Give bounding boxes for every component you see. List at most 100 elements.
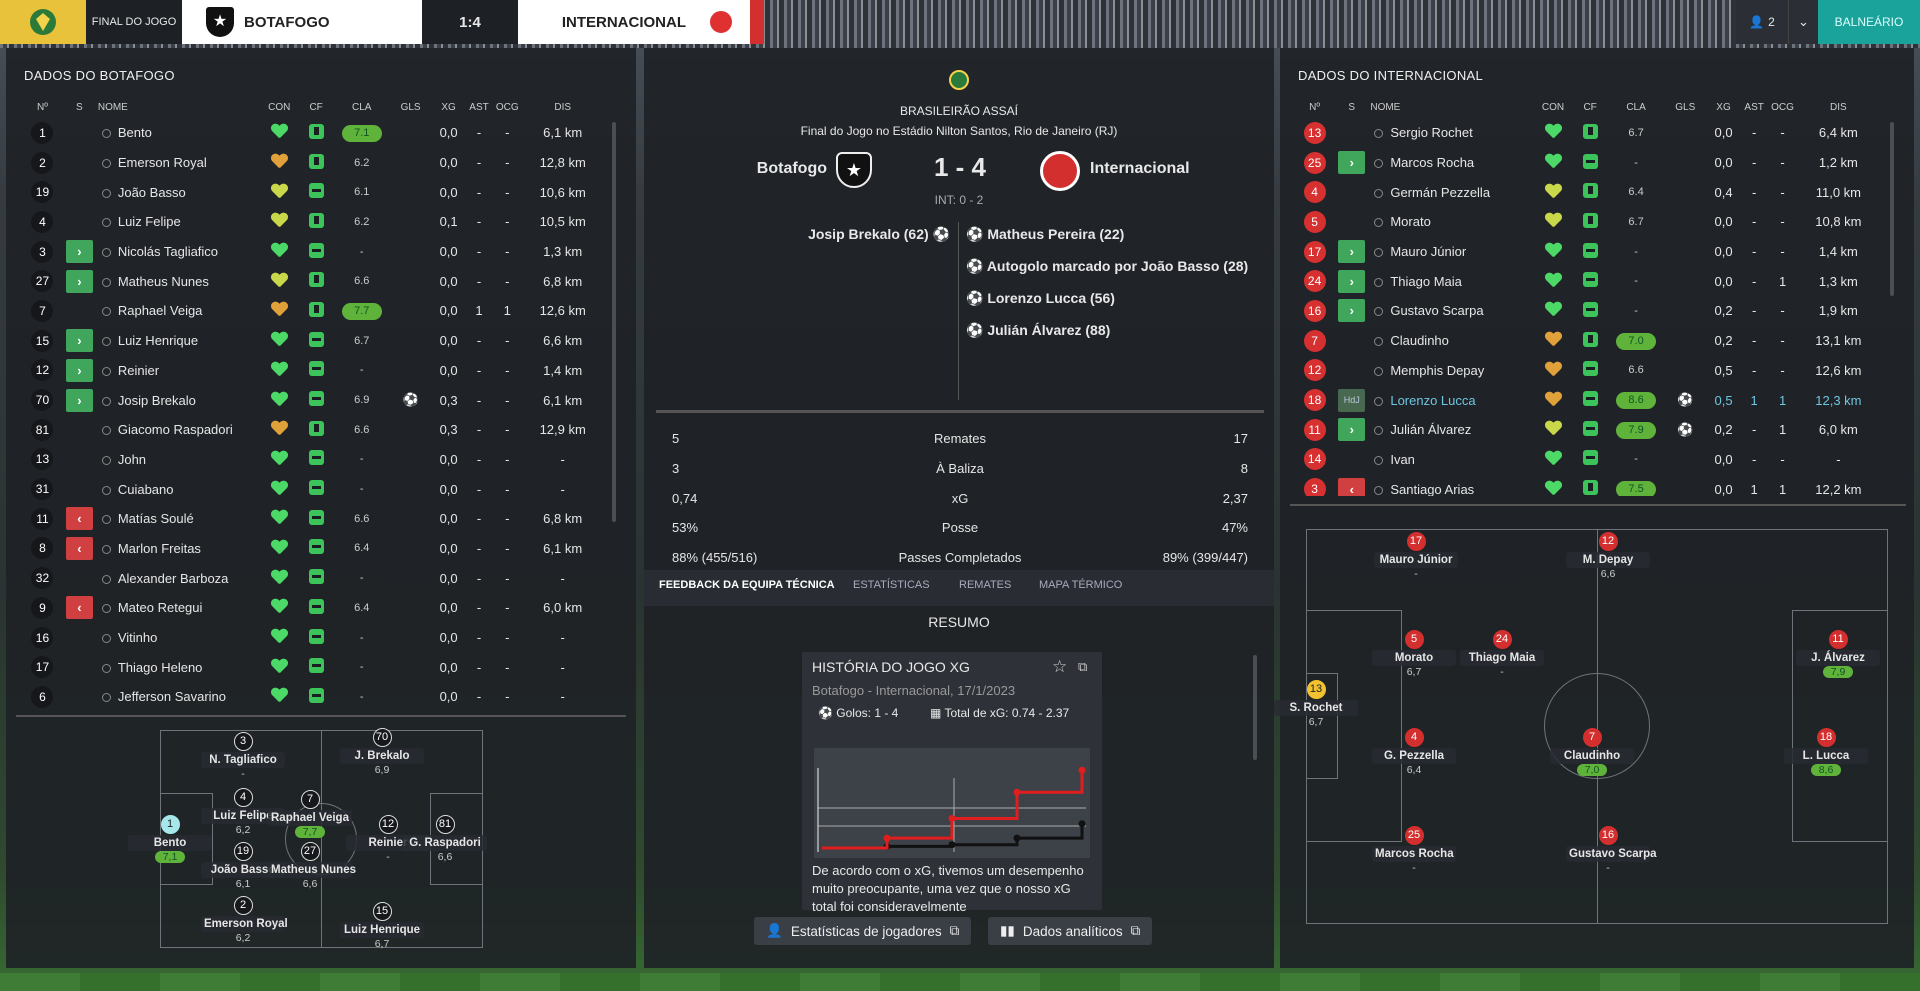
scrollbar[interactable] [1890, 122, 1894, 296]
col-ocg[interactable]: OCG [493, 96, 521, 118]
pitch-player[interactable]: 27 Matheus Nunes 6,6 [268, 842, 356, 890]
table-row[interactable]: 31 Cuiabano - 0,0 - - - [24, 474, 604, 504]
table-row[interactable]: 13 Sergio Rochet 6.7 0,0 - - 6,4 km [1296, 118, 1880, 148]
pitch-player[interactable]: 4 G. Pezzella 6,4 [1372, 728, 1456, 776]
tab-1[interactable]: ESTATÍSTICAS [853, 579, 930, 591]
scrollbar[interactable] [612, 122, 616, 522]
pitch-player[interactable]: 11 J. Álvarez 7,9 [1796, 630, 1880, 678]
tab-0[interactable]: FEEDBACK DA EQUIPA TÉCNICA [659, 579, 835, 591]
col-con[interactable]: CON [261, 96, 298, 118]
pitch-player[interactable]: 15 Luiz Henrique 6,7 [340, 902, 424, 950]
player-name[interactable]: João Basso [118, 185, 186, 200]
player-name[interactable]: Raphael Veiga [118, 303, 203, 318]
player-name[interactable]: Luiz Henrique [118, 333, 198, 348]
chevron-down-icon[interactable]: ⌄ [1788, 0, 1818, 44]
col-gls[interactable]: GLS [1663, 96, 1707, 118]
table-row[interactable]: 6 Jefferson Savarino - 0,0 - - - [24, 682, 604, 712]
table-row[interactable]: 7 Raphael Veiga 7.7 0,0 1 1 12,6 km [24, 296, 604, 326]
player-name[interactable]: Morato [1390, 214, 1430, 229]
col-xg[interactable]: XG [432, 96, 465, 118]
player-name[interactable]: Reinier [118, 363, 159, 378]
table-row[interactable]: 5 Morato 6.7 0,0 - - 10,8 km [1296, 207, 1880, 237]
table-row[interactable]: 12 › Reinier - 0,0 - - 1,4 km [24, 356, 604, 386]
pitch-player[interactable]: 2 Emerson Royal 6,2 [201, 896, 288, 944]
player-name[interactable]: Alexander Barboza [118, 571, 229, 586]
col-ast[interactable]: AST [1740, 96, 1768, 118]
col-name[interactable]: NOME [1370, 96, 1534, 118]
col-cf[interactable]: CF [298, 96, 335, 118]
dressing-room-button[interactable]: BALNEÁRIO [1818, 0, 1920, 44]
table-row[interactable]: 24 › Thiago Maia - 0,0 - 1 1,3 km [1296, 266, 1880, 296]
player-name[interactable]: Thiago Maia [1390, 274, 1462, 289]
player-name[interactable]: Germán Pezzella [1390, 185, 1490, 200]
player-name[interactable]: Luiz Felipe [118, 214, 181, 229]
player-name[interactable]: Marcos Rocha [1390, 155, 1474, 170]
player-name[interactable]: Santiago Arias [1390, 482, 1474, 496]
col-gls[interactable]: GLS [389, 96, 432, 118]
col-s[interactable]: S [61, 96, 98, 118]
table-row[interactable]: 4 Luiz Felipe 6.2 0,1 - - 10,5 km [24, 207, 604, 237]
table-row[interactable]: 19 João Basso 6.1 0,0 - - 10,6 km [24, 177, 604, 207]
col-ast[interactable]: AST [465, 96, 493, 118]
player-name[interactable]: Josip Brekalo [118, 393, 196, 408]
player-name[interactable]: Ivan [1390, 452, 1415, 467]
pitch-player[interactable]: 3 N. Tagliafico - [201, 732, 285, 780]
col-name[interactable]: NOME [98, 96, 261, 118]
table-row[interactable]: 9 ‹ Mateo Retegui 6.4 0,0 - - 6,0 km [24, 593, 604, 623]
pitch-player[interactable]: 17 Mauro Júnior - [1374, 532, 1458, 580]
pitch-player[interactable]: 13 S. Rochet 6,7 [1274, 680, 1358, 728]
table-row[interactable]: 16 › Gustavo Scarpa - 0,2 - - 1,9 km [1296, 296, 1880, 326]
analytics-button[interactable]: ▮▮ Dados analíticos ⧉ [988, 917, 1153, 945]
table-row[interactable]: 3 ‹ Santiago Arias 7.5 0,0 1 1 12,2 km [1296, 474, 1880, 496]
table-row[interactable]: 8 ‹ Marlon Freitas 6.4 0,0 - - 6,1 km [24, 534, 604, 564]
player-name[interactable]: Sergio Rochet [1390, 125, 1472, 140]
table-row[interactable]: 4 Germán Pezzella 6.4 0,4 - - 11,0 km [1296, 177, 1880, 207]
col-no[interactable]: Nº [24, 96, 61, 118]
col-no[interactable]: Nº [1296, 96, 1333, 118]
tab-3[interactable]: MAPA TÉRMICO [1039, 579, 1122, 591]
pitch-player[interactable]: 70 J. Brekalo 6,9 [340, 728, 424, 776]
pitch-player[interactable]: 24 Thiago Maia - [1460, 630, 1544, 678]
player-name[interactable]: Mauro Júnior [1390, 244, 1466, 259]
table-row[interactable]: 17 Thiago Heleno - 0,0 - - - [24, 652, 604, 682]
player-name[interactable]: Lorenzo Lucca [1390, 393, 1475, 408]
pitch-player[interactable]: 12 M. Depay 6,6 [1566, 532, 1650, 580]
col-ocg[interactable]: OCG [1768, 96, 1796, 118]
table-row[interactable]: 27 › Matheus Nunes 6.6 0,0 - - 6,8 km [24, 266, 604, 296]
player-name[interactable]: Marlon Freitas [118, 541, 201, 556]
star-icon[interactable]: ☆ [1052, 657, 1067, 677]
player-name[interactable]: Vitinho [118, 630, 158, 645]
player-name[interactable]: Thiago Heleno [118, 660, 203, 675]
player-name[interactable]: Giacomo Raspadori [118, 422, 233, 437]
table-row[interactable]: 7 Claudinho 7.0 0,2 - - 13,1 km [1296, 326, 1880, 356]
table-row[interactable]: 16 Vitinho - 0,0 - - - [24, 623, 604, 653]
player-name[interactable]: Nicolás Tagliafico [118, 244, 218, 259]
table-row[interactable]: 18 HdJ Lorenzo Lucca 8.6 ⚽ 0,5 1 1 12,3 km [1296, 385, 1880, 415]
player-name[interactable]: Matías Soulé [118, 511, 194, 526]
table-row[interactable]: 1 Bento 7.1 0,0 - - 6,1 km [24, 118, 604, 148]
table-row[interactable]: 11 › Julián Álvarez 7.9 ⚽ 0,2 - 1 6,0 km [1296, 415, 1880, 445]
player-name[interactable]: Matheus Nunes [118, 274, 209, 289]
col-xg[interactable]: XG [1707, 96, 1740, 118]
table-row[interactable]: 25 › Marcos Rocha - 0,0 - - 1,2 km [1296, 148, 1880, 178]
col-cla[interactable]: CLA [335, 96, 389, 118]
pitch-player[interactable]: 16 Gustavo Scarpa - [1566, 826, 1657, 874]
pitch-player[interactable]: 1 Bento 7,1 [128, 815, 212, 863]
table-row[interactable]: 14 Ivan - 0,0 - - - [1296, 445, 1880, 475]
col-cf[interactable]: CF [1572, 96, 1609, 118]
col-dis[interactable]: DIS [1797, 96, 1880, 118]
col-dis[interactable]: DIS [521, 96, 604, 118]
player-name[interactable]: Mateo Retegui [118, 600, 203, 615]
table-row[interactable]: 81 Giacomo Raspadori 6.6 0,3 - - 12,9 km [24, 415, 604, 445]
table-row[interactable]: 32 Alexander Barboza - 0,0 - - - [24, 563, 604, 593]
table-row[interactable]: 2 Emerson Royal 6.2 0,0 - - 12,8 km [24, 148, 604, 178]
table-row[interactable]: 17 › Mauro Júnior - 0,0 - - 1,4 km [1296, 237, 1880, 267]
scrollbar[interactable] [1253, 655, 1257, 760]
player-name[interactable]: Cuiabano [118, 482, 174, 497]
table-row[interactable]: 12 Memphis Depay 6.6 0,5 - - 12,6 km [1296, 356, 1880, 386]
pitch-player[interactable]: 7 Claudinho 7,0 [1550, 728, 1634, 776]
player-name[interactable]: Claudinho [1390, 333, 1449, 348]
table-row[interactable]: 13 John - 0,0 - - - [24, 445, 604, 475]
table-row[interactable]: 3 › Nicolás Tagliafico - 0,0 - - 1,3 km [24, 237, 604, 267]
col-con[interactable]: CON [1534, 96, 1571, 118]
